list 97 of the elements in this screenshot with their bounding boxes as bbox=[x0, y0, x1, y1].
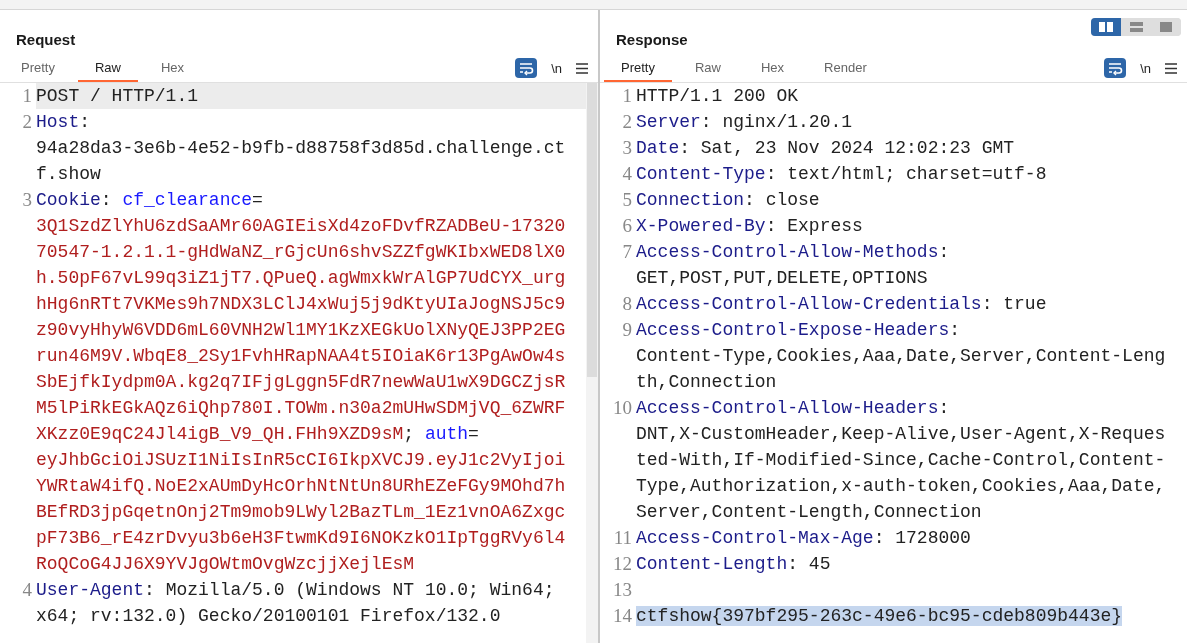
code-text: Type,Authorization,x-auth-token,Cookies,Aaa,Date, bbox=[636, 476, 1166, 496]
tab[interactable]: Pretty bbox=[4, 54, 72, 82]
panel-title: Response bbox=[616, 31, 688, 48]
header-name: Access-Control-Max-Age bbox=[636, 528, 874, 548]
line-number: 3 bbox=[21, 188, 33, 212]
cookie-name: auth bbox=[424, 424, 469, 444]
line-number: 10 bbox=[612, 396, 633, 420]
cookie-name: cf_clearance bbox=[122, 190, 253, 210]
code-text: : nginx/1.20.1 bbox=[700, 112, 853, 132]
code-text: : Mozilla/5.0 (Windows NT 10.0; Win64; bbox=[144, 580, 555, 600]
code-text: x64; rv:132.0) Gecko/20100101 Firefox/132.0 bbox=[36, 606, 501, 626]
line-number: 3 bbox=[621, 136, 633, 160]
line-number: 2 bbox=[21, 110, 33, 134]
line-number: 1 bbox=[621, 84, 633, 108]
menu-icon[interactable] bbox=[576, 62, 588, 74]
tab[interactable]: Render bbox=[807, 54, 884, 82]
code-text: : bbox=[938, 398, 950, 418]
header-name: Connection bbox=[636, 190, 745, 210]
header-name: Access-Control-Allow-Headers bbox=[636, 398, 939, 418]
cookie-value: z90vyHhyW6VDD6mL60VNH2Wl1MY1KzXEGkUolXNyQEJ3PP2EG bbox=[36, 320, 566, 340]
line-number: 2 bbox=[621, 110, 633, 134]
tab[interactable]: Pretty bbox=[604, 54, 672, 82]
code-text: f.show bbox=[36, 164, 101, 184]
panel-title: Request bbox=[16, 31, 76, 48]
code-text: : bbox=[938, 242, 950, 262]
line-number: 8 bbox=[621, 292, 633, 316]
single-pane-icon bbox=[1160, 22, 1172, 32]
line-number: 1 bbox=[21, 84, 33, 108]
cookie-value: eyJhbGciOiJSUzI1NiIsInR5cCI6IkpXVCJ9.eyJ1c2VyIjoi bbox=[36, 450, 566, 470]
line-number: 12 bbox=[612, 552, 633, 576]
code-text: : bbox=[100, 190, 113, 210]
cookie-value: h.50pF67vL99q3iZ1jT7.QPueQ.agWmxkWrAlGP7UdCYX_urg bbox=[36, 268, 566, 288]
line-number: 7 bbox=[621, 240, 633, 264]
code-text: : 45 bbox=[787, 554, 831, 574]
line-number: 11 bbox=[612, 526, 633, 550]
code-text: DNT,X-CustomHeader,Keep-Alive,User-Agent,X-Reques bbox=[636, 424, 1166, 444]
tab[interactable]: Hex bbox=[144, 54, 202, 82]
wrap-icon[interactable] bbox=[1104, 58, 1127, 78]
cookie-value: 3Q1SzdZlYhU6zdSaAMr60AGIEisXd4zoFDvfRZADBeU-17320 bbox=[36, 216, 566, 236]
header-name: Content-Type bbox=[636, 164, 766, 184]
header-name: Date bbox=[636, 138, 680, 158]
header-name: X-Powered-By bbox=[636, 216, 766, 236]
code-text: : true bbox=[981, 294, 1047, 314]
header-name: Content-Length bbox=[636, 554, 788, 574]
newline-toggle[interactable]: \n bbox=[1138, 60, 1153, 76]
cookie-value: 70547-1.2.1.1-gHdWaNZ_rGjcUn6shvSZZfgWKIbxWED8lX0 bbox=[36, 242, 566, 262]
newline-toggle[interactable]: \n bbox=[549, 60, 564, 76]
code-text: : 1728000 bbox=[873, 528, 971, 548]
cookie-value: M5lPiRkEGkAQz6iQhp780I.TOWm.n30a2mUHwSDMjVQ_6ZWRF bbox=[36, 398, 566, 418]
line-number: 4 bbox=[621, 162, 633, 186]
header-name: Cookie bbox=[36, 190, 101, 210]
code-text: 94a28da3-3e6b-4e52-b9fb-d88758f3d85d.challenge.ct bbox=[36, 138, 566, 158]
scrollbar[interactable] bbox=[586, 83, 598, 643]
menu-icon[interactable] bbox=[1165, 62, 1177, 74]
code-text: Server,Content-Length,Connection bbox=[636, 502, 982, 522]
cookie-value: XKzz0E9qC24Jl4igB_V9_QH.FHh9XZD9sM bbox=[36, 424, 404, 444]
wrap-icon[interactable] bbox=[515, 58, 538, 78]
code-text: HTTP/1.1 200 OK bbox=[636, 86, 799, 106]
code-text: : text/html; charset=utf-8 bbox=[765, 164, 1047, 184]
code-text: : bbox=[79, 112, 91, 132]
line-number: 13 bbox=[612, 578, 633, 602]
line-number: 5 bbox=[621, 188, 633, 212]
cookie-value: SbEjfkIydpm0A.kg2q7IFjgLggn5FdR7newWaU1wX9DGCZjsR bbox=[36, 372, 566, 392]
line-number: 9 bbox=[621, 318, 633, 342]
cookie-value: RoQCoG4JJ6X9YVJgOWtmOvgWzcjjXejlEsM bbox=[36, 554, 415, 574]
line-number: 6 bbox=[621, 214, 633, 238]
header-name: Host bbox=[36, 112, 80, 132]
code-text: Content-Type,Cookies,Aaa,Date,Server,Content-Leng bbox=[636, 346, 1166, 366]
code-text: = bbox=[252, 190, 263, 210]
code-text: ted-With,If-Modified-Since,Cache-Control,Content- bbox=[636, 450, 1166, 470]
code-text: : Sat, 23 Nov 2024 12:02:23 GMT bbox=[679, 138, 1015, 158]
code-text: : close bbox=[744, 190, 820, 210]
rows-icon bbox=[1129, 22, 1143, 32]
line-number: 4 bbox=[21, 578, 33, 602]
tab[interactable]: Raw bbox=[677, 54, 738, 82]
header-name: User-Agent bbox=[36, 580, 145, 600]
cookie-value: pF73B6_rE4zrDvyu3b6eH3FtwmKd9I6NOKzkO1IpTggRVy6l4 bbox=[36, 528, 566, 548]
code-text: ctfshow{397bf295-263c-49e6-bc95-cdeb809b443e} bbox=[636, 606, 1123, 626]
header-name: Access-Control-Expose-Headers bbox=[636, 320, 950, 340]
code-text: ; bbox=[403, 424, 416, 444]
code-text: POST / HTTP/1.1 bbox=[36, 86, 199, 106]
header-name: Server bbox=[636, 112, 701, 132]
columns-icon bbox=[1099, 22, 1113, 32]
code-text: GET,POST,PUT,DELETE,OPTIONS bbox=[636, 268, 928, 288]
line-number: 14 bbox=[612, 604, 633, 628]
code-text: th,Connection bbox=[636, 372, 777, 392]
cookie-value: YWRtaW4ifQ.NoE2xAUmDyHcOrhNtNtUn8URhEZeFGy9MOhd7h bbox=[36, 476, 566, 496]
cookie-value: BEfRD3jpGqetnOnj2Tm9mob9LWyl2BazTLm_1Ez1vnOA6Zxgc bbox=[36, 502, 566, 522]
header-name: Access-Control-Allow-Methods bbox=[636, 242, 939, 262]
code-text: : bbox=[949, 320, 961, 340]
code-text: = bbox=[468, 424, 479, 444]
header-name: Access-Control-Allow-Credentials bbox=[636, 294, 982, 314]
tab[interactable]: Hex bbox=[744, 54, 802, 82]
cookie-value: run46M9V.WbqE8_2Sy1FvhHRapNAA4t5IOiaK6r13PgAwOw4s bbox=[36, 346, 566, 366]
cookie-value: hHg6nRTt7VKMes9h7NDX3LClJ4xWuj5j9dKtyUIaJogNSJ5c9 bbox=[36, 294, 566, 314]
view-mode-button[interactable] bbox=[1091, 18, 1121, 36]
code-text: : Express bbox=[765, 216, 863, 236]
